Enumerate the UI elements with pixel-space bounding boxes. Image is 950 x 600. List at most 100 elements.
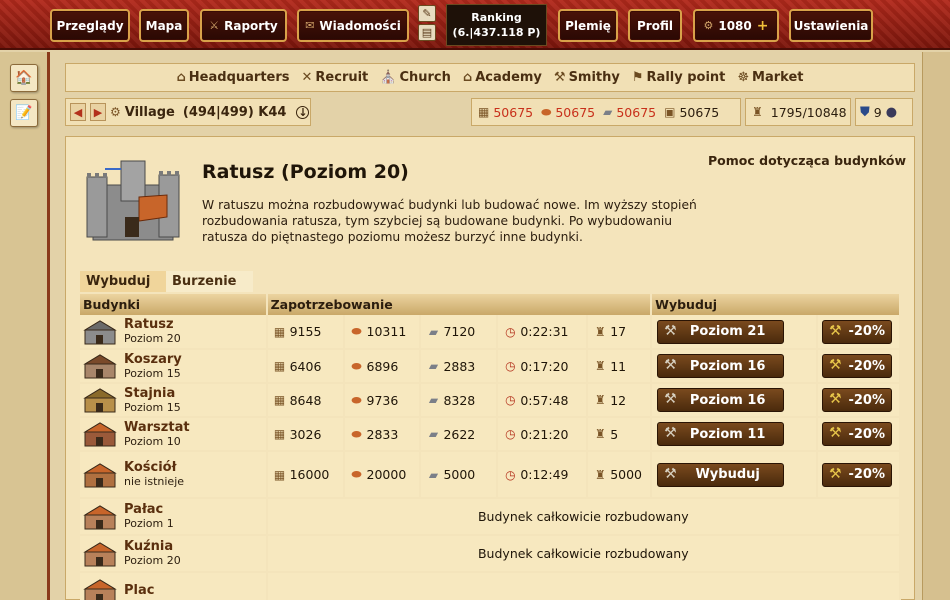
building-nav-smithy[interactable]: ⚒ Smithy [554, 70, 620, 85]
table-row: Ratusz Poziom 20 ▦ 9155 ⬬ 10311 ▰ 7120 ◷ 0:2… [80, 315, 902, 350]
building-nav-rally-point[interactable]: ⚑ Rally point [632, 70, 726, 85]
build-button[interactable]: ⚒ Wybuduj [657, 462, 785, 487]
discount-button[interactable]: ⚒ -20% [821, 319, 892, 344]
ranking-box[interactable]: Ranking (6.|437.118 P) [446, 4, 547, 46]
storage-resource: ▣ 50675 [664, 105, 719, 120]
build-button[interactable]: ⚒ Poziom 21 [657, 319, 785, 344]
tab-bar: Wybuduj Burzenie [80, 271, 253, 292]
building-icon [83, 354, 117, 379]
discount-label: -20% [848, 324, 885, 339]
clay-icon: ⬬ [351, 392, 362, 407]
farm-icon: ♜ [594, 467, 606, 482]
build-button[interactable]: ⚒ Poziom 16 [657, 354, 785, 378]
build-button-cell: ⚒ Poziom 16 [651, 383, 818, 418]
tab-demolish[interactable]: Burzenie [166, 271, 253, 292]
building-nav-church[interactable]: ⛪ Church [380, 70, 451, 85]
table-row: Pałac Poziom 1 Budynek całkowicie rozbud… [80, 498, 902, 536]
building-level: Poziom 20 [124, 332, 181, 345]
arrow-right-icon[interactable]: ▶ [90, 103, 106, 121]
units-box[interactable]: ⛊ 9 ● [855, 98, 913, 126]
hammer-icon: ⚒ [664, 391, 677, 407]
building-icon [83, 462, 117, 487]
iron-icon: ▰ [428, 324, 439, 339]
nav-tribe-label: Plemię [565, 18, 611, 33]
warehouse-icon: ▣ [664, 105, 676, 119]
anvil-icon: ⚒ [553, 70, 566, 85]
nav-messages-label: Wiadomości [319, 18, 401, 33]
build-button-label: Poziom 16 [689, 358, 766, 374]
clay-icon: ⬬ [351, 467, 362, 481]
nav-premium-button[interactable]: ⚙ 1080 + [693, 9, 779, 42]
building-nav-recruit[interactable]: ✕ Recruit [302, 70, 369, 85]
notebook-icon[interactable]: 📝 [10, 99, 38, 127]
build-time: 0:21:20 [520, 426, 569, 442]
building-cell: Kościół nie istnieje [80, 451, 268, 499]
arrow-left-icon[interactable]: ◀ [70, 103, 86, 121]
clock-icon: ◷ [505, 467, 516, 482]
discount-button[interactable]: ⚒ -20% [821, 388, 892, 412]
nav-tribe-button[interactable]: Plemię [558, 9, 618, 42]
hammer-icon: ⚒ [828, 322, 842, 339]
population-amount: 1795/10848 [770, 104, 847, 120]
clay-cost-cell: ⬬ 20000 [343, 451, 422, 499]
clock-icon: ◷ [505, 427, 516, 441]
building-name[interactable]: Koszary [124, 352, 182, 367]
building-level: Poziom 15 [124, 366, 181, 380]
nav-reports-button[interactable]: ⚔ Raporty [200, 9, 287, 42]
building-nav-headquarters[interactable]: ⌂ Headquarters [176, 70, 289, 85]
plus-icon: + [756, 17, 769, 34]
help-link[interactable]: Pomoc dotycząca budynków [708, 153, 906, 168]
building-name[interactable]: Kuźnia [124, 539, 181, 554]
building-nav-academy[interactable]: ⌂ Academy [463, 70, 542, 85]
quill-icon[interactable]: ✎ [418, 5, 436, 22]
iron-icon: ▰ [428, 467, 439, 482]
nav-profile-label: Profil [637, 18, 673, 33]
crossed-swords-icon: ✕ [301, 70, 313, 85]
fully-upgraded-status: Budynek całkowicie rozbudowany [266, 498, 902, 536]
build-button[interactable]: ⚒ Poziom 16 [657, 388, 785, 412]
iron-cost: 5000 [443, 467, 476, 482]
time-cell: ◷ 0:12:49 [497, 451, 589, 499]
nav-messages-button[interactable]: ✉ Wiadomości [297, 9, 409, 42]
iron-icon: ▰ [428, 393, 439, 407]
nav-overviews-button[interactable]: Przeglądy [50, 9, 130, 42]
wood-cost-cell: ▦ 3026 [266, 417, 345, 452]
discount-button[interactable]: ⚒ -20% [821, 422, 892, 446]
building-icon [83, 388, 117, 413]
building-name[interactable]: Stajnia [124, 386, 181, 401]
building-name[interactable]: Pałac [124, 502, 174, 517]
clay-resource: ⬬ 50675 [541, 105, 595, 120]
building-name[interactable]: Ratusz [124, 317, 181, 332]
discount-button[interactable]: ⚒ -20% [821, 462, 892, 487]
table-row: Kuźnia Poziom 20 Budynek całkowicie rozb… [80, 535, 902, 573]
clay-cost: 2833 [366, 426, 399, 442]
building-name[interactable]: Warsztat [124, 420, 190, 435]
nav-profile-button[interactable]: Profil [628, 9, 682, 42]
iron-cost-cell: ▰ 5000 [420, 451, 499, 499]
clay-cost: 20000 [366, 467, 407, 482]
discount-button[interactable]: ⚒ -20% [821, 354, 892, 378]
table-row: Koszary Poziom 15 ▦ 6406 ⬬ 6896 ▰ 2883 ◷ 0:1… [80, 349, 902, 384]
wood-resource: ▦ 50675 [478, 105, 533, 120]
build-button[interactable]: ⚒ Poziom 11 [657, 422, 785, 446]
iron-amount: 50675 [616, 104, 657, 120]
top-navigation-bar: Przeglądy Mapa ⚔ Raporty ✉ Wiadomości ✎ ▤ … [0, 0, 950, 50]
build-button-cell: ⚒ Poziom 11 [651, 417, 818, 452]
building-name[interactable]: Plac [124, 583, 154, 598]
building-nav-market[interactable]: ☸ Market [737, 70, 803, 85]
shield-icon: ⛊ [860, 104, 870, 120]
wood-icon: ▦ [273, 393, 286, 407]
ranking-label: Ranking [471, 11, 522, 24]
build-queue-icon[interactable]: 🏠 [10, 64, 38, 92]
building-name[interactable]: Kościół [124, 460, 184, 475]
nav-settings-button[interactable]: Ustawienia [789, 9, 873, 42]
nav-map-button[interactable]: Mapa [139, 9, 189, 42]
info-icon[interactable]: ↓ [296, 105, 310, 119]
notes-icon[interactable]: ▤ [418, 24, 436, 41]
building-nav-label: Academy [475, 70, 542, 85]
tab-build[interactable]: Wybuduj [80, 271, 166, 292]
wood-cost: 3026 [289, 426, 322, 442]
clay-icon: ⬬ [351, 358, 362, 373]
population-cell: ♜ 5 [587, 417, 653, 452]
village-name[interactable]: Village [125, 105, 175, 120]
